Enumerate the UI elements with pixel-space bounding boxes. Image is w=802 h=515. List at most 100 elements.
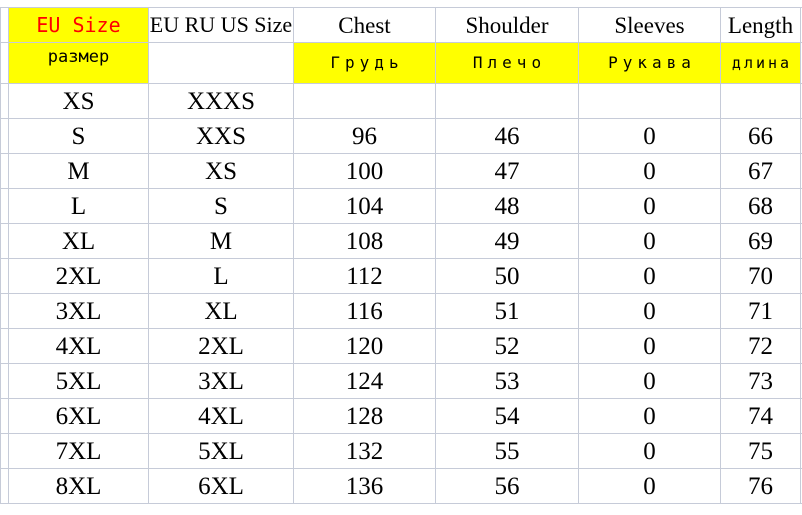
row-edge-spacer bbox=[0, 42, 9, 84]
cell-length bbox=[720, 83, 801, 119]
cell-sleeves: 0 bbox=[578, 153, 721, 189]
table-row: XL M 108 49 0 69 bbox=[0, 223, 802, 259]
cell-shoulder: 46 bbox=[435, 118, 579, 154]
cell-sleeves: 0 bbox=[578, 398, 721, 434]
cell-shoulder: 51 bbox=[435, 293, 579, 329]
cell-sleeves: 0 bbox=[578, 188, 721, 224]
cell-eu-size: 4XL bbox=[8, 328, 149, 364]
cell-eu-ru-us-size: 4XL bbox=[148, 398, 294, 434]
row-edge-spacer bbox=[0, 223, 9, 259]
size-chart-sheet: EU Size EU RU US Size Chest Shoulder Sle… bbox=[0, 0, 802, 515]
cell-shoulder: 52 bbox=[435, 328, 579, 364]
row-edge-spacer bbox=[0, 328, 9, 364]
header-ru-sleeves: Рукава bbox=[578, 42, 721, 84]
row-edge-spacer bbox=[0, 398, 9, 434]
cell-chest: 120 bbox=[293, 328, 436, 364]
cell-length: 66 bbox=[720, 118, 801, 154]
row-edge-spacer bbox=[0, 363, 9, 399]
cell-sleeves: 0 bbox=[578, 433, 721, 469]
cell-eu-size: 5XL bbox=[8, 363, 149, 399]
row-edge-spacer bbox=[0, 258, 9, 294]
header-ru-shoulder: Плечо bbox=[435, 42, 579, 84]
cell-sleeves bbox=[578, 83, 721, 119]
cell-chest: 132 bbox=[293, 433, 436, 469]
header-row-russian: размер Грудь Плечо Рукава длина bbox=[0, 42, 802, 84]
cell-chest bbox=[293, 83, 436, 119]
cell-eu-size: 7XL bbox=[8, 433, 149, 469]
table-row: 5XL 3XL 124 53 0 73 bbox=[0, 363, 802, 399]
cell-eu-ru-us-size: L bbox=[148, 258, 294, 294]
cell-eu-size: XS bbox=[8, 83, 149, 119]
row-edge-spacer bbox=[0, 293, 9, 329]
table-row: 6XL 4XL 128 54 0 74 bbox=[0, 398, 802, 434]
cell-shoulder: 54 bbox=[435, 398, 579, 434]
header-ru-eu-ru-us-size bbox=[148, 42, 294, 84]
header-ru-length: длина bbox=[720, 42, 801, 84]
header-chest: Chest bbox=[293, 7, 436, 43]
cell-length: 69 bbox=[720, 223, 801, 259]
cell-sleeves: 0 bbox=[578, 293, 721, 329]
cell-eu-ru-us-size: XXS bbox=[148, 118, 294, 154]
table-row: 7XL 5XL 132 55 0 75 bbox=[0, 433, 802, 469]
header-eu-size: EU Size bbox=[8, 7, 149, 43]
cell-sleeves: 0 bbox=[578, 118, 721, 154]
cell-sleeves: 0 bbox=[578, 223, 721, 259]
table-row: 3XL XL 116 51 0 71 bbox=[0, 293, 802, 329]
cell-length: 67 bbox=[720, 153, 801, 189]
cell-eu-size: S bbox=[8, 118, 149, 154]
header-eu-ru-us-size: EU RU US Size bbox=[148, 7, 294, 43]
cell-shoulder: 56 bbox=[435, 468, 579, 504]
cell-sleeves: 0 bbox=[578, 258, 721, 294]
row-edge-spacer bbox=[0, 83, 9, 119]
table-row: 4XL 2XL 120 52 0 72 bbox=[0, 328, 802, 364]
cell-sleeves: 0 bbox=[578, 363, 721, 399]
cell-length: 68 bbox=[720, 188, 801, 224]
cell-shoulder: 48 bbox=[435, 188, 579, 224]
table-row: M XS 100 47 0 67 bbox=[0, 153, 802, 189]
table-row: 8XL 6XL 136 56 0 76 bbox=[0, 468, 802, 504]
header-row-english: EU Size EU RU US Size Chest Shoulder Sle… bbox=[0, 7, 802, 43]
size-chart-body: XS XXXS S XXS 96 46 0 66 M XS 100 47 0 67 L S 104 48 0 68 XL… bbox=[0, 83, 802, 504]
cell-chest: 116 bbox=[293, 293, 436, 329]
header-ru-eu-size: размер bbox=[8, 42, 149, 84]
cell-chest: 136 bbox=[293, 468, 436, 504]
cell-eu-size: 8XL bbox=[8, 468, 149, 504]
cell-shoulder: 47 bbox=[435, 153, 579, 189]
cell-length: 74 bbox=[720, 398, 801, 434]
cell-eu-ru-us-size: 2XL bbox=[148, 328, 294, 364]
row-edge-spacer bbox=[0, 118, 9, 154]
cell-shoulder: 50 bbox=[435, 258, 579, 294]
row-edge-spacer bbox=[0, 468, 9, 504]
cell-eu-ru-us-size: XL bbox=[148, 293, 294, 329]
header-length: Length bbox=[720, 7, 801, 43]
cell-shoulder: 55 bbox=[435, 433, 579, 469]
cell-length: 73 bbox=[720, 363, 801, 399]
cell-eu-size: L bbox=[8, 188, 149, 224]
cell-eu-ru-us-size: 5XL bbox=[148, 433, 294, 469]
cell-chest: 100 bbox=[293, 153, 436, 189]
cell-chest: 104 bbox=[293, 188, 436, 224]
table-row: 2XL L 112 50 0 70 bbox=[0, 258, 802, 294]
header-sleeves: Sleeves bbox=[578, 7, 721, 43]
cell-length: 70 bbox=[720, 258, 801, 294]
cell-eu-ru-us-size: 3XL bbox=[148, 363, 294, 399]
cell-eu-size: 6XL bbox=[8, 398, 149, 434]
table-row: S XXS 96 46 0 66 bbox=[0, 118, 802, 154]
cell-eu-ru-us-size: XXXS bbox=[148, 83, 294, 119]
cell-shoulder: 49 bbox=[435, 223, 579, 259]
cell-sleeves: 0 bbox=[578, 328, 721, 364]
cell-sleeves: 0 bbox=[578, 468, 721, 504]
cell-eu-size: 3XL bbox=[8, 293, 149, 329]
row-edge-spacer bbox=[0, 188, 9, 224]
cell-length: 75 bbox=[720, 433, 801, 469]
cell-shoulder bbox=[435, 83, 579, 119]
cell-shoulder: 53 bbox=[435, 363, 579, 399]
cell-eu-ru-us-size: 6XL bbox=[148, 468, 294, 504]
header-ru-chest: Грудь bbox=[293, 42, 436, 84]
cell-chest: 128 bbox=[293, 398, 436, 434]
cell-eu-ru-us-size: M bbox=[148, 223, 294, 259]
row-edge-spacer bbox=[0, 153, 9, 189]
cell-chest: 96 bbox=[293, 118, 436, 154]
cell-chest: 108 bbox=[293, 223, 436, 259]
table-row: L S 104 48 0 68 bbox=[0, 188, 802, 224]
